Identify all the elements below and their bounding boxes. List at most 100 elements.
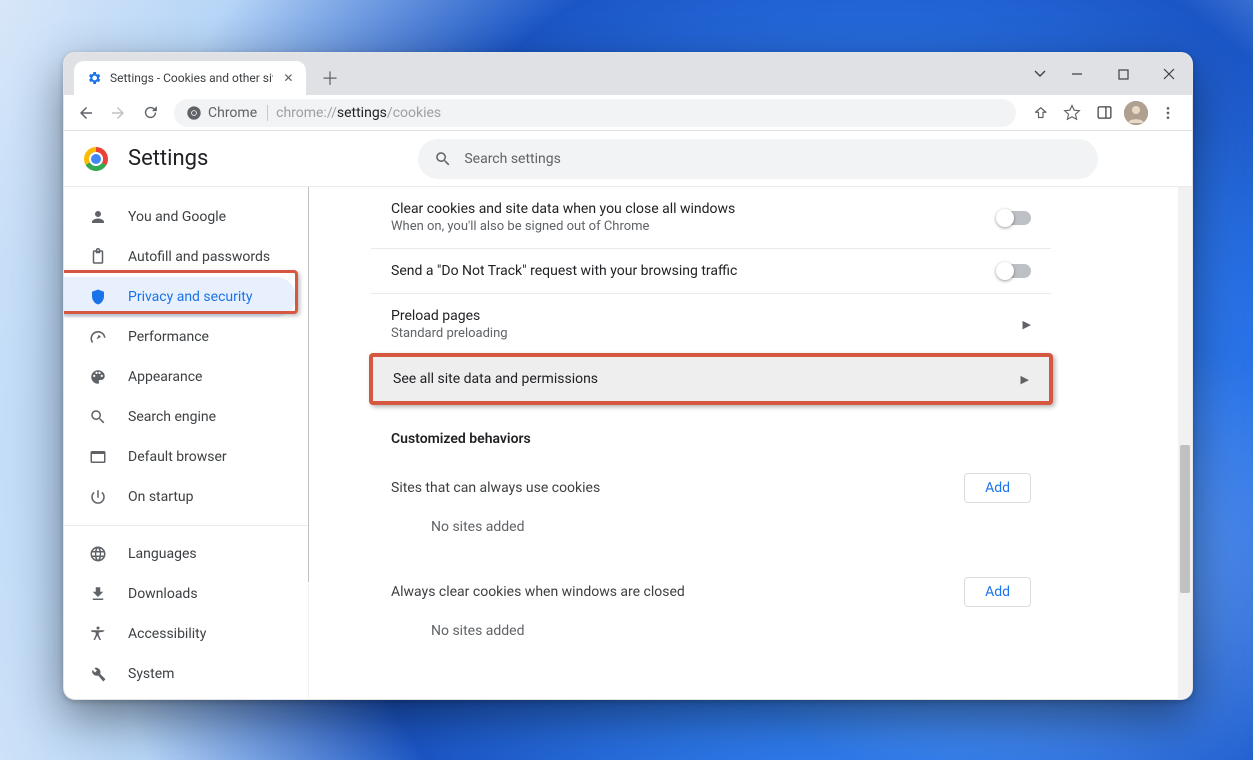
row-title: Clear cookies and site data when you clo… (391, 201, 735, 217)
window-close-button[interactable] (1146, 53, 1192, 95)
sidebar-item-downloads[interactable]: Downloads (64, 574, 296, 614)
sidebar-item-label: Downloads (128, 586, 198, 602)
chrome-window: Settings - Cookies and other site ✕ ＋ (63, 52, 1193, 700)
settings-header: Settings Search settings (64, 131, 1192, 187)
subsection-sites-clear-cookies: Always clear cookies when windows are cl… (371, 559, 1051, 607)
row-sub: When on, you'll also be signed out of Ch… (391, 219, 735, 234)
tab-title: Settings - Cookies and other site (110, 71, 273, 85)
person-icon (88, 208, 108, 226)
row-title: Preload pages (391, 308, 508, 324)
row-do-not-track: Send a "Do Not Track" request with your … (371, 248, 1051, 293)
nav-reload-button[interactable] (136, 99, 164, 127)
main-scrollbar-thumb[interactable] (1180, 445, 1190, 593)
sidebar-item-search-engine[interactable]: Search engine (64, 397, 296, 437)
toggle-dnt[interactable] (997, 264, 1031, 278)
section-customized-behaviors: Customized behaviors (371, 403, 1051, 455)
row-clear-cookies-on-close: Clear cookies and site data when you clo… (371, 187, 1051, 248)
toggle-clear-cookies[interactable] (997, 211, 1031, 225)
side-panel-icon[interactable] (1090, 99, 1118, 127)
sidebar-item-accessibility[interactable]: Accessibility (64, 614, 296, 654)
row-preload-pages[interactable]: Preload pages Standard preloading ▶ (371, 293, 1051, 355)
browser-tab[interactable]: Settings - Cookies and other site ✕ (74, 61, 306, 95)
nav-back-button[interactable] (72, 99, 100, 127)
tab-close-icon[interactable]: ✕ (281, 70, 296, 86)
sidebar-item-you-and-google[interactable]: You and Google (64, 197, 296, 237)
tab-search-dropdown[interactable] (1026, 53, 1054, 95)
globe-icon (88, 545, 108, 563)
subsection-label-text: Always clear cookies when windows are cl… (391, 584, 685, 600)
settings-search-input[interactable]: Search settings (418, 139, 1098, 179)
sidebar-item-languages[interactable]: Languages (64, 534, 296, 574)
row-title: See all site data and permissions (393, 371, 598, 387)
palette-icon (88, 368, 108, 386)
sidebar-item-privacy-security[interactable]: Privacy and security (64, 277, 296, 317)
browser-icon (88, 448, 108, 466)
search-icon (88, 408, 108, 426)
sidebar-item-label: Appearance (128, 369, 202, 385)
chrome-menu-icon[interactable] (1154, 99, 1182, 127)
toolbar-right (1026, 99, 1184, 127)
address-bar[interactable]: Chrome chrome://settings/cookies (174, 99, 1016, 127)
chrome-logo-icon (84, 147, 108, 171)
empty-clear-sites: No sites added (371, 607, 1051, 663)
window-maximize-button[interactable] (1100, 53, 1146, 95)
site-info-chip[interactable]: Chrome (186, 105, 268, 121)
settings-favicon (86, 70, 102, 86)
shield-icon (88, 288, 108, 306)
sidebar-item-label: System (128, 666, 174, 682)
nav-forward-button[interactable] (104, 99, 132, 127)
sidebar-item-label: Autofill and passwords (128, 249, 270, 265)
add-allowed-site-button[interactable]: Add (964, 473, 1031, 503)
cookies-card: Clear cookies and site data when you clo… (371, 187, 1051, 663)
chrome-icon (186, 105, 202, 121)
search-placeholder: Search settings (464, 151, 561, 167)
sidebar-item-label: Accessibility (128, 626, 206, 642)
settings-sidebar: You and Google Autofill and passwords Priv… (64, 187, 309, 699)
main-scrollbar[interactable] (1178, 187, 1192, 699)
toolbar: Chrome chrome://settings/cookies (64, 95, 1192, 131)
add-clear-site-button[interactable]: Add (964, 577, 1031, 607)
chevron-right-icon: ▶ (1023, 318, 1031, 331)
sidebar-item-label: You and Google (128, 209, 226, 225)
sidebar-item-label: Performance (128, 329, 209, 345)
sidebar-item-system[interactable]: System (64, 654, 296, 694)
sidebar-item-performance[interactable]: Performance (64, 317, 296, 357)
sidebar-item-on-startup[interactable]: On startup (64, 477, 296, 517)
speed-icon (88, 328, 108, 346)
wrench-icon (88, 665, 108, 683)
row-sub: Standard preloading (391, 326, 508, 341)
sidebar-item-label: Search engine (128, 409, 216, 425)
sidebar-item-label: Default browser (128, 449, 227, 465)
titlebar: Settings - Cookies and other site ✕ ＋ (64, 53, 1192, 95)
url-text: chrome://settings/cookies (276, 105, 441, 121)
sidebar-item-autofill[interactable]: Autofill and passwords (64, 237, 296, 277)
share-icon[interactable] (1026, 99, 1054, 127)
chevron-right-icon: ▶ (1021, 373, 1029, 386)
sidebar-item-appearance[interactable]: Appearance (64, 357, 296, 397)
sidebar-divider (64, 525, 308, 526)
row-see-all-site-data[interactable]: See all site data and permissions ▶ (369, 353, 1053, 405)
search-icon (434, 150, 452, 168)
settings-content: You and Google Autofill and passwords Priv… (64, 187, 1192, 699)
avatar (1124, 101, 1148, 125)
row-title: Send a "Do Not Track" request with your … (391, 263, 737, 279)
new-tab-button[interactable]: ＋ (316, 64, 344, 92)
site-info-label: Chrome (208, 105, 257, 121)
page-title: Settings (128, 146, 208, 171)
sidebar-item-default-browser[interactable]: Default browser (64, 437, 296, 477)
window-minimize-button[interactable] (1054, 53, 1100, 95)
sidebar-item-label: On startup (128, 489, 194, 505)
bookmark-star-icon[interactable] (1058, 99, 1086, 127)
power-icon (88, 488, 108, 506)
settings-main: Clear cookies and site data when you clo… (309, 187, 1192, 699)
sidebar-item-label: Privacy and security (128, 289, 252, 305)
subsection-label-text: Sites that can always use cookies (391, 480, 600, 496)
sidebar-item-label: Languages (128, 546, 197, 562)
profile-avatar[interactable] (1122, 99, 1150, 127)
download-icon (88, 585, 108, 603)
accessibility-icon (88, 625, 108, 643)
clipboard-icon (88, 248, 108, 266)
subsection-sites-allow-cookies: Sites that can always use cookies Add (371, 455, 1051, 503)
empty-allowed-sites: No sites added (371, 503, 1051, 559)
window-controls (1026, 53, 1192, 95)
